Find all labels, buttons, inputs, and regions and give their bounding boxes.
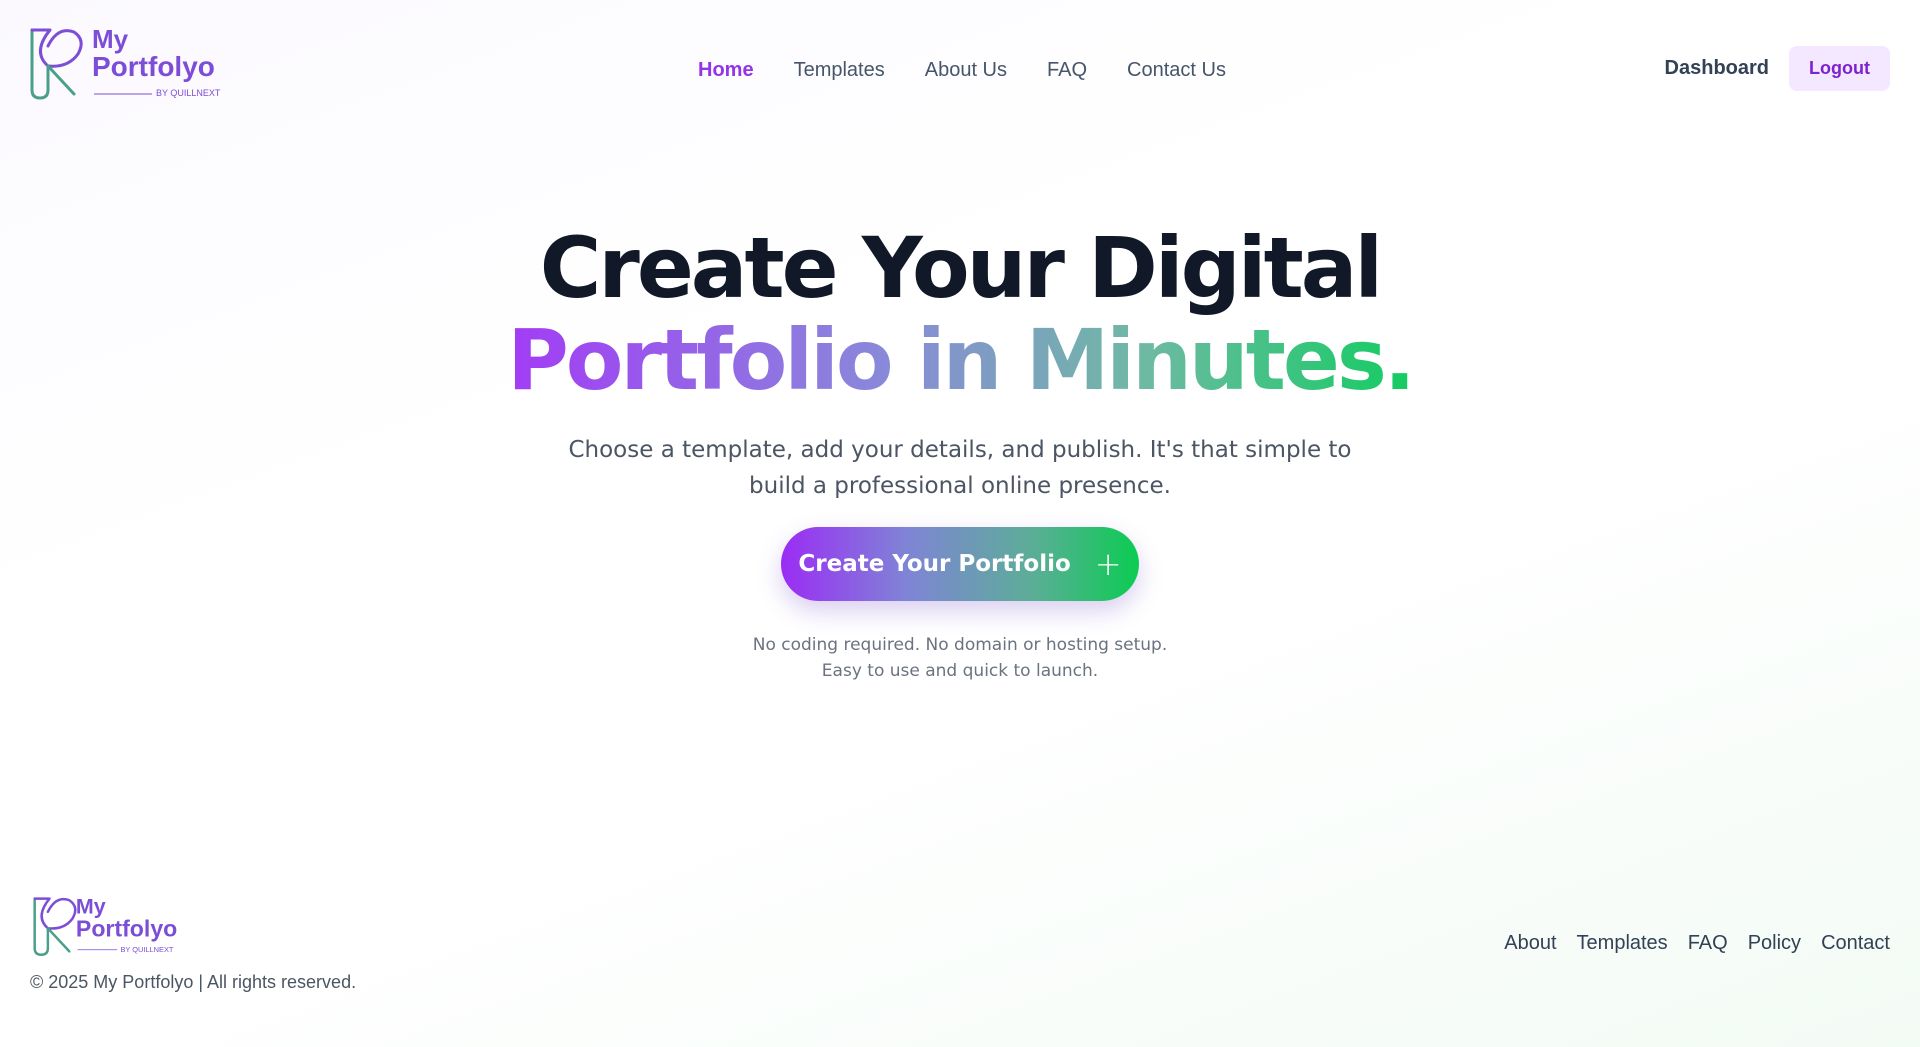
footer-link-faq[interactable]: FAQ [1688, 932, 1728, 955]
nav-contact-us[interactable]: Contact Us [1127, 59, 1226, 82]
logout-button[interactable]: Logout [1789, 46, 1890, 91]
dashboard-link[interactable]: Dashboard [1665, 57, 1769, 80]
plus-icon: + [1094, 545, 1122, 583]
main-nav: Home Templates About Us FAQ Contact Us [698, 54, 1226, 86]
footer-logo[interactable]: My Portfolyo BY QUILLNEXT [28, 892, 208, 958]
hero-title: Create Your Digital Portfolio in Minutes… [0, 222, 1920, 406]
footer-link-contact[interactable]: Contact [1821, 932, 1890, 955]
create-portfolio-button[interactable]: Create Your Portfolio + [781, 527, 1139, 601]
hero-note: No coding required. No domain or hosting… [660, 632, 1260, 684]
svg-text:BY QUILLNEXT: BY QUILLNEXT [120, 945, 173, 954]
nav-home[interactable]: Home [698, 59, 754, 82]
hero-note-line1: No coding required. No domain or hosting… [752, 635, 1168, 655]
hero-note-line2: Easy to use and quick to launch. [821, 661, 1099, 681]
svg-text:Portfolyo: Portfolyo [92, 51, 215, 82]
svg-text:BY QUILLNEXT: BY QUILLNEXT [156, 88, 221, 98]
nav-about-us[interactable]: About Us [925, 59, 1007, 82]
nav-templates[interactable]: Templates [794, 59, 885, 82]
copyright-text: © 2025 My Portfolyo | All rights reserve… [30, 972, 357, 992]
footer-nav: About Templates FAQ Policy Contact [1504, 932, 1890, 955]
footer-link-about[interactable]: About [1504, 932, 1556, 955]
create-portfolio-label: Create Your Portfolio [798, 551, 1071, 577]
site-header: My Portfolyo BY QUILLNEXT Home Templates… [0, 0, 1920, 136]
footer-link-templates[interactable]: Templates [1577, 932, 1668, 955]
hero-subtitle: Choose a template, add your details, and… [568, 437, 1352, 499]
footer-link-policy[interactable]: Policy [1748, 932, 1801, 955]
hero-title-line1: Create Your Digital [539, 219, 1383, 317]
svg-text:My: My [92, 24, 129, 54]
header-actions: Dashboard Logout [1665, 46, 1890, 91]
brand-logo[interactable]: My Portfolyo BY QUILLNEXT [28, 22, 238, 102]
hero-title-line2: Portfolio in Minutes. [507, 311, 1416, 409]
nav-faq[interactable]: FAQ [1047, 59, 1087, 82]
svg-text:Portfolyo: Portfolyo [76, 916, 177, 942]
